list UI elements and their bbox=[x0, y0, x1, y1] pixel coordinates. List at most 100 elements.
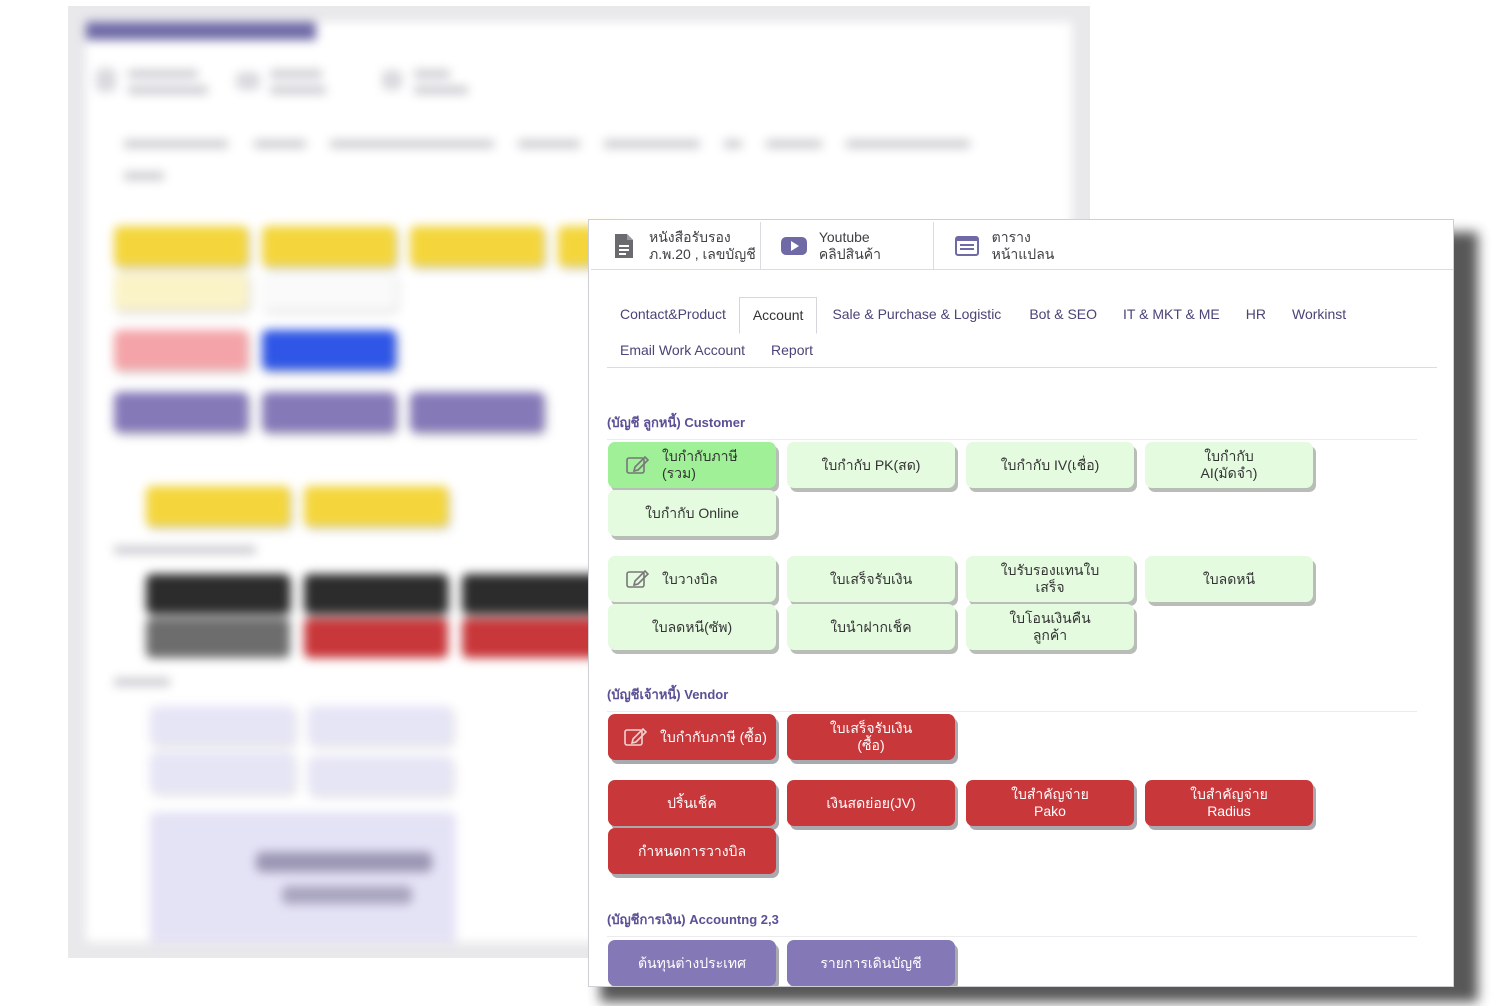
table-list-icon bbox=[954, 233, 980, 259]
section-title-vendor: (บัญชีเจ้าหนี้) Vendor bbox=[607, 684, 1417, 712]
background-tab bbox=[604, 140, 700, 148]
tab-hr[interactable]: HR bbox=[1233, 297, 1279, 331]
background-button bbox=[410, 392, 544, 432]
tab-report[interactable]: Report bbox=[758, 333, 826, 367]
vendor-petty-cash-button[interactable]: เงินสดย่อย(JV) bbox=[787, 780, 955, 826]
background-tab bbox=[124, 140, 228, 148]
tab-contact-product[interactable]: Contact&Product bbox=[607, 297, 739, 331]
background-doc-icon bbox=[96, 68, 116, 92]
background-button bbox=[262, 226, 396, 266]
quick-link-line1: Youtube bbox=[818, 229, 870, 245]
background-banner-text bbox=[282, 886, 412, 904]
background-button bbox=[304, 574, 448, 614]
customer-credit-note-button[interactable]: ใบลดหนี bbox=[1145, 556, 1313, 602]
button-label: กำหนดการวางบิล bbox=[637, 842, 747, 859]
account-panel: หนังสือรับรอง ภ.พ.20 , เลขบัญชี Youtube … bbox=[588, 219, 1454, 987]
edit-icon bbox=[624, 726, 650, 748]
tab-row-2: Email Work Account Report bbox=[607, 332, 1437, 368]
button-label: ใบนำฝากเช็ค bbox=[830, 618, 912, 635]
background-button bbox=[114, 392, 248, 432]
customer-billing-note-button[interactable]: ใบวางบิล bbox=[608, 556, 776, 602]
background-button bbox=[304, 618, 448, 658]
button-label: ใบกำกับภาษี (รวม) bbox=[662, 448, 738, 481]
background-button bbox=[146, 574, 290, 614]
vendor-payment-voucher-pako-button[interactable]: ใบสำคัญจ่าย Pako bbox=[966, 780, 1134, 826]
background-banner bbox=[150, 812, 456, 942]
background-tab bbox=[724, 140, 742, 148]
tab-bot-seo[interactable]: Bot & SEO bbox=[1016, 297, 1110, 331]
tab-email-work-account[interactable]: Email Work Account bbox=[607, 333, 758, 367]
vendor-purchase-tax-invoice-button[interactable]: ใบกำกับภาษี (ซื้อ) bbox=[608, 714, 776, 760]
background-button bbox=[262, 272, 396, 310]
background-line bbox=[414, 86, 468, 94]
background-line bbox=[114, 678, 170, 686]
customer-tax-invoice-combined-button[interactable]: ใบกำกับภาษี (รวม) bbox=[608, 442, 776, 488]
background-button bbox=[146, 486, 290, 526]
background-button bbox=[462, 618, 606, 658]
quick-links-bar: หนังสือรับรอง ภ.พ.20 , เลขบัญชี Youtube … bbox=[591, 222, 1453, 270]
background-tab bbox=[518, 140, 580, 148]
customer-invoice-ai-deposit-button[interactable]: ใบกำกับ AI(มัดจำ) bbox=[1145, 442, 1313, 488]
button-label: ปริ้นเช็ค bbox=[667, 794, 717, 811]
category-tabs: Contact&Product Account Sale & Purchase … bbox=[607, 296, 1437, 368]
background-tab bbox=[766, 140, 822, 148]
vendor-billing-schedule-button[interactable]: กำหนดการวางบิล bbox=[608, 828, 776, 874]
accounting-bank-statement-button[interactable]: รายการเดินบัญชี bbox=[787, 940, 955, 986]
quick-link-text: หนังสือรับรอง ภ.พ.20 , เลขบัญชี bbox=[649, 229, 756, 263]
edit-icon bbox=[626, 454, 652, 476]
button-label: ใบลดหนี bbox=[1202, 570, 1256, 587]
quick-link-certificate[interactable]: หนังสือรับรอง ภ.พ.20 , เลขบัญชี bbox=[591, 222, 761, 270]
vendor-print-cheque-button[interactable]: ปริ้นเช็ค bbox=[608, 780, 776, 826]
customer-credit-note-supplier-button[interactable]: ใบลดหนี(ซัพ) bbox=[608, 604, 776, 650]
background-line bbox=[270, 86, 326, 94]
background-button bbox=[262, 330, 396, 370]
quick-link-line2: คลิปสินค้า bbox=[818, 246, 881, 262]
customer-cheque-deposit-button[interactable]: ใบนำฝากเช็ค bbox=[787, 604, 955, 650]
customer-invoice-pk-cash-button[interactable]: ใบกำกับ PK(สด) bbox=[787, 442, 955, 488]
button-label: ใบกำกับภาษี (ซื้อ) bbox=[660, 728, 767, 745]
quick-link-flange-table[interactable]: ตาราง หน้าแปลน bbox=[934, 222, 1453, 270]
document-icon bbox=[611, 233, 637, 259]
quick-link-line2: ภ.พ.20 , เลขบัญชี bbox=[649, 246, 756, 262]
background-tab bbox=[330, 140, 494, 148]
tab-account[interactable]: Account bbox=[738, 297, 818, 334]
section-title-accounting: (บัญชีการเงิน) Accountng 2,3 bbox=[607, 909, 1417, 937]
button-label: รายการเดินบัญชี bbox=[820, 954, 922, 971]
background-line bbox=[270, 70, 322, 78]
customer-invoice-online-button[interactable]: ใบกำกับ Online bbox=[608, 490, 776, 536]
customer-receipt-button[interactable]: ใบเสร็จรับเงิน bbox=[787, 556, 955, 602]
quick-link-text: Youtube คลิปสินค้า bbox=[819, 229, 881, 263]
customer-substitute-receipt-button[interactable]: ใบรับรองแทนใบ เสร็จ bbox=[966, 556, 1134, 602]
vendor-payment-voucher-radius-button[interactable]: ใบสำคัญจ่าย Radius bbox=[1145, 780, 1313, 826]
background-button bbox=[410, 226, 544, 266]
background-button bbox=[308, 756, 452, 794]
accounting-foreign-cost-button[interactable]: ต้นทุนต่างประเทศ bbox=[608, 940, 776, 986]
tab-workinst[interactable]: Workinst bbox=[1279, 297, 1359, 331]
button-label: ใบเสร็จรับเงิน (ซื้อ) bbox=[829, 720, 913, 753]
section-title-customer: (บัญชี ลูกหนี้) Customer bbox=[607, 412, 1417, 440]
background-button bbox=[262, 392, 396, 432]
background-line bbox=[114, 546, 256, 554]
button-label: ใบรับรองแทนใบ เสร็จ bbox=[1000, 562, 1100, 595]
background-table-icon bbox=[382, 70, 402, 90]
background-button bbox=[146, 618, 290, 658]
vendor-purchase-receipt-button[interactable]: ใบเสร็จรับเงิน (ซื้อ) bbox=[787, 714, 955, 760]
button-label: เงินสดย่อย(JV) bbox=[826, 794, 916, 811]
background-button bbox=[150, 752, 294, 792]
quick-link-line2: หน้าแปลน bbox=[991, 246, 1055, 262]
button-label: ใบกำกับ Online bbox=[645, 504, 739, 521]
quick-link-line1: ตาราง bbox=[991, 229, 1031, 245]
background-line bbox=[128, 86, 208, 94]
tab-it-mkt-me[interactable]: IT & MKT & ME bbox=[1110, 297, 1233, 331]
customer-invoice-iv-credit-button[interactable]: ใบกำกับ IV(เชื่อ) bbox=[966, 442, 1134, 488]
tab-row-1: Contact&Product Account Sale & Purchase … bbox=[607, 296, 1437, 334]
background-button bbox=[304, 486, 448, 526]
customer-refund-transfer-button[interactable]: ใบโอนเงินคืน ลูกค้า bbox=[966, 604, 1134, 650]
quick-link-youtube[interactable]: Youtube คลิปสินค้า bbox=[761, 222, 934, 270]
quick-link-text: ตาราง หน้าแปลน bbox=[992, 229, 1055, 263]
button-label: ใบสำคัญจ่าย Pako bbox=[1011, 786, 1089, 819]
quick-link-line1: หนังสือรับรอง bbox=[649, 229, 731, 245]
tab-sale-purchase-logistic[interactable]: Sale & Purchase & Logistic bbox=[819, 297, 1014, 331]
background-button bbox=[114, 330, 248, 370]
button-label: ใบเสร็จรับเงิน bbox=[829, 570, 913, 587]
